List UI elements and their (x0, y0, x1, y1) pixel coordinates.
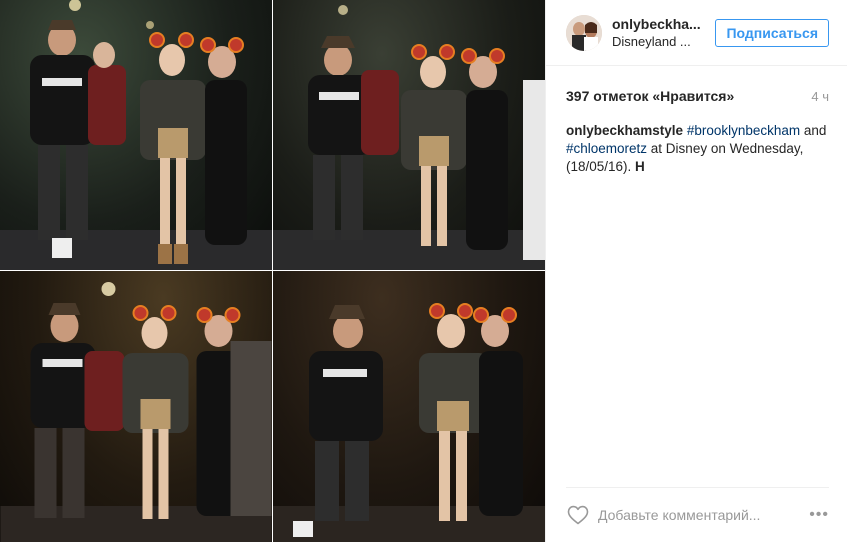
collage-divider-horizontal (0, 270, 545, 271)
location-link[interactable]: Disneyland ... (612, 34, 720, 49)
post-header: onlybeckha... Disneyland ... Подписаться (546, 0, 847, 66)
photo-tile-top-right (273, 0, 545, 270)
instagram-post: onlybeckha... Disneyland ... Подписаться… (0, 0, 847, 542)
caption-glyph: H (635, 159, 645, 174)
hashtag-link[interactable]: #brooklynbeckham (687, 123, 800, 138)
heart-icon[interactable] (566, 503, 590, 527)
likes-count[interactable]: 397 отметок «Нравится» (566, 88, 734, 104)
photo-scene (0, 0, 272, 270)
hashtag-link[interactable]: #chloemoretz (566, 141, 647, 156)
photo-scene (273, 5, 545, 270)
comment-bar: ••• (566, 487, 829, 542)
post-photo-collage[interactable] (0, 0, 545, 542)
photo-scene (273, 303, 545, 542)
photo-tile-top-left (0, 0, 272, 270)
likes-row: 397 отметок «Нравится» 4 ч (566, 88, 829, 104)
more-icon[interactable]: ••• (809, 506, 829, 524)
photo-tile-bottom-right (273, 271, 545, 542)
avatar[interactable] (566, 14, 602, 51)
comment-input[interactable] (598, 507, 810, 523)
post-meta: 397 отметок «Нравится» 4 ч onlybeckhamst… (546, 66, 847, 176)
collage-divider-vertical (272, 0, 273, 542)
post-caption: onlybeckhamstyle #brooklynbeckham and #c… (566, 122, 829, 176)
post-time[interactable]: 4 ч (811, 89, 829, 104)
user-info: onlybeckha... Disneyland ... (612, 16, 715, 49)
caption-text: and (800, 123, 827, 138)
username-link[interactable]: onlybeckha... (612, 16, 720, 32)
avatar-image (566, 14, 602, 51)
photo-tile-bottom-left (0, 271, 272, 542)
follow-button[interactable]: Подписаться (715, 18, 829, 47)
caption-author-link[interactable]: onlybeckhamstyle (566, 123, 683, 138)
post-sidebar: onlybeckha... Disneyland ... Подписаться… (545, 0, 847, 542)
photo-scene (0, 282, 272, 542)
